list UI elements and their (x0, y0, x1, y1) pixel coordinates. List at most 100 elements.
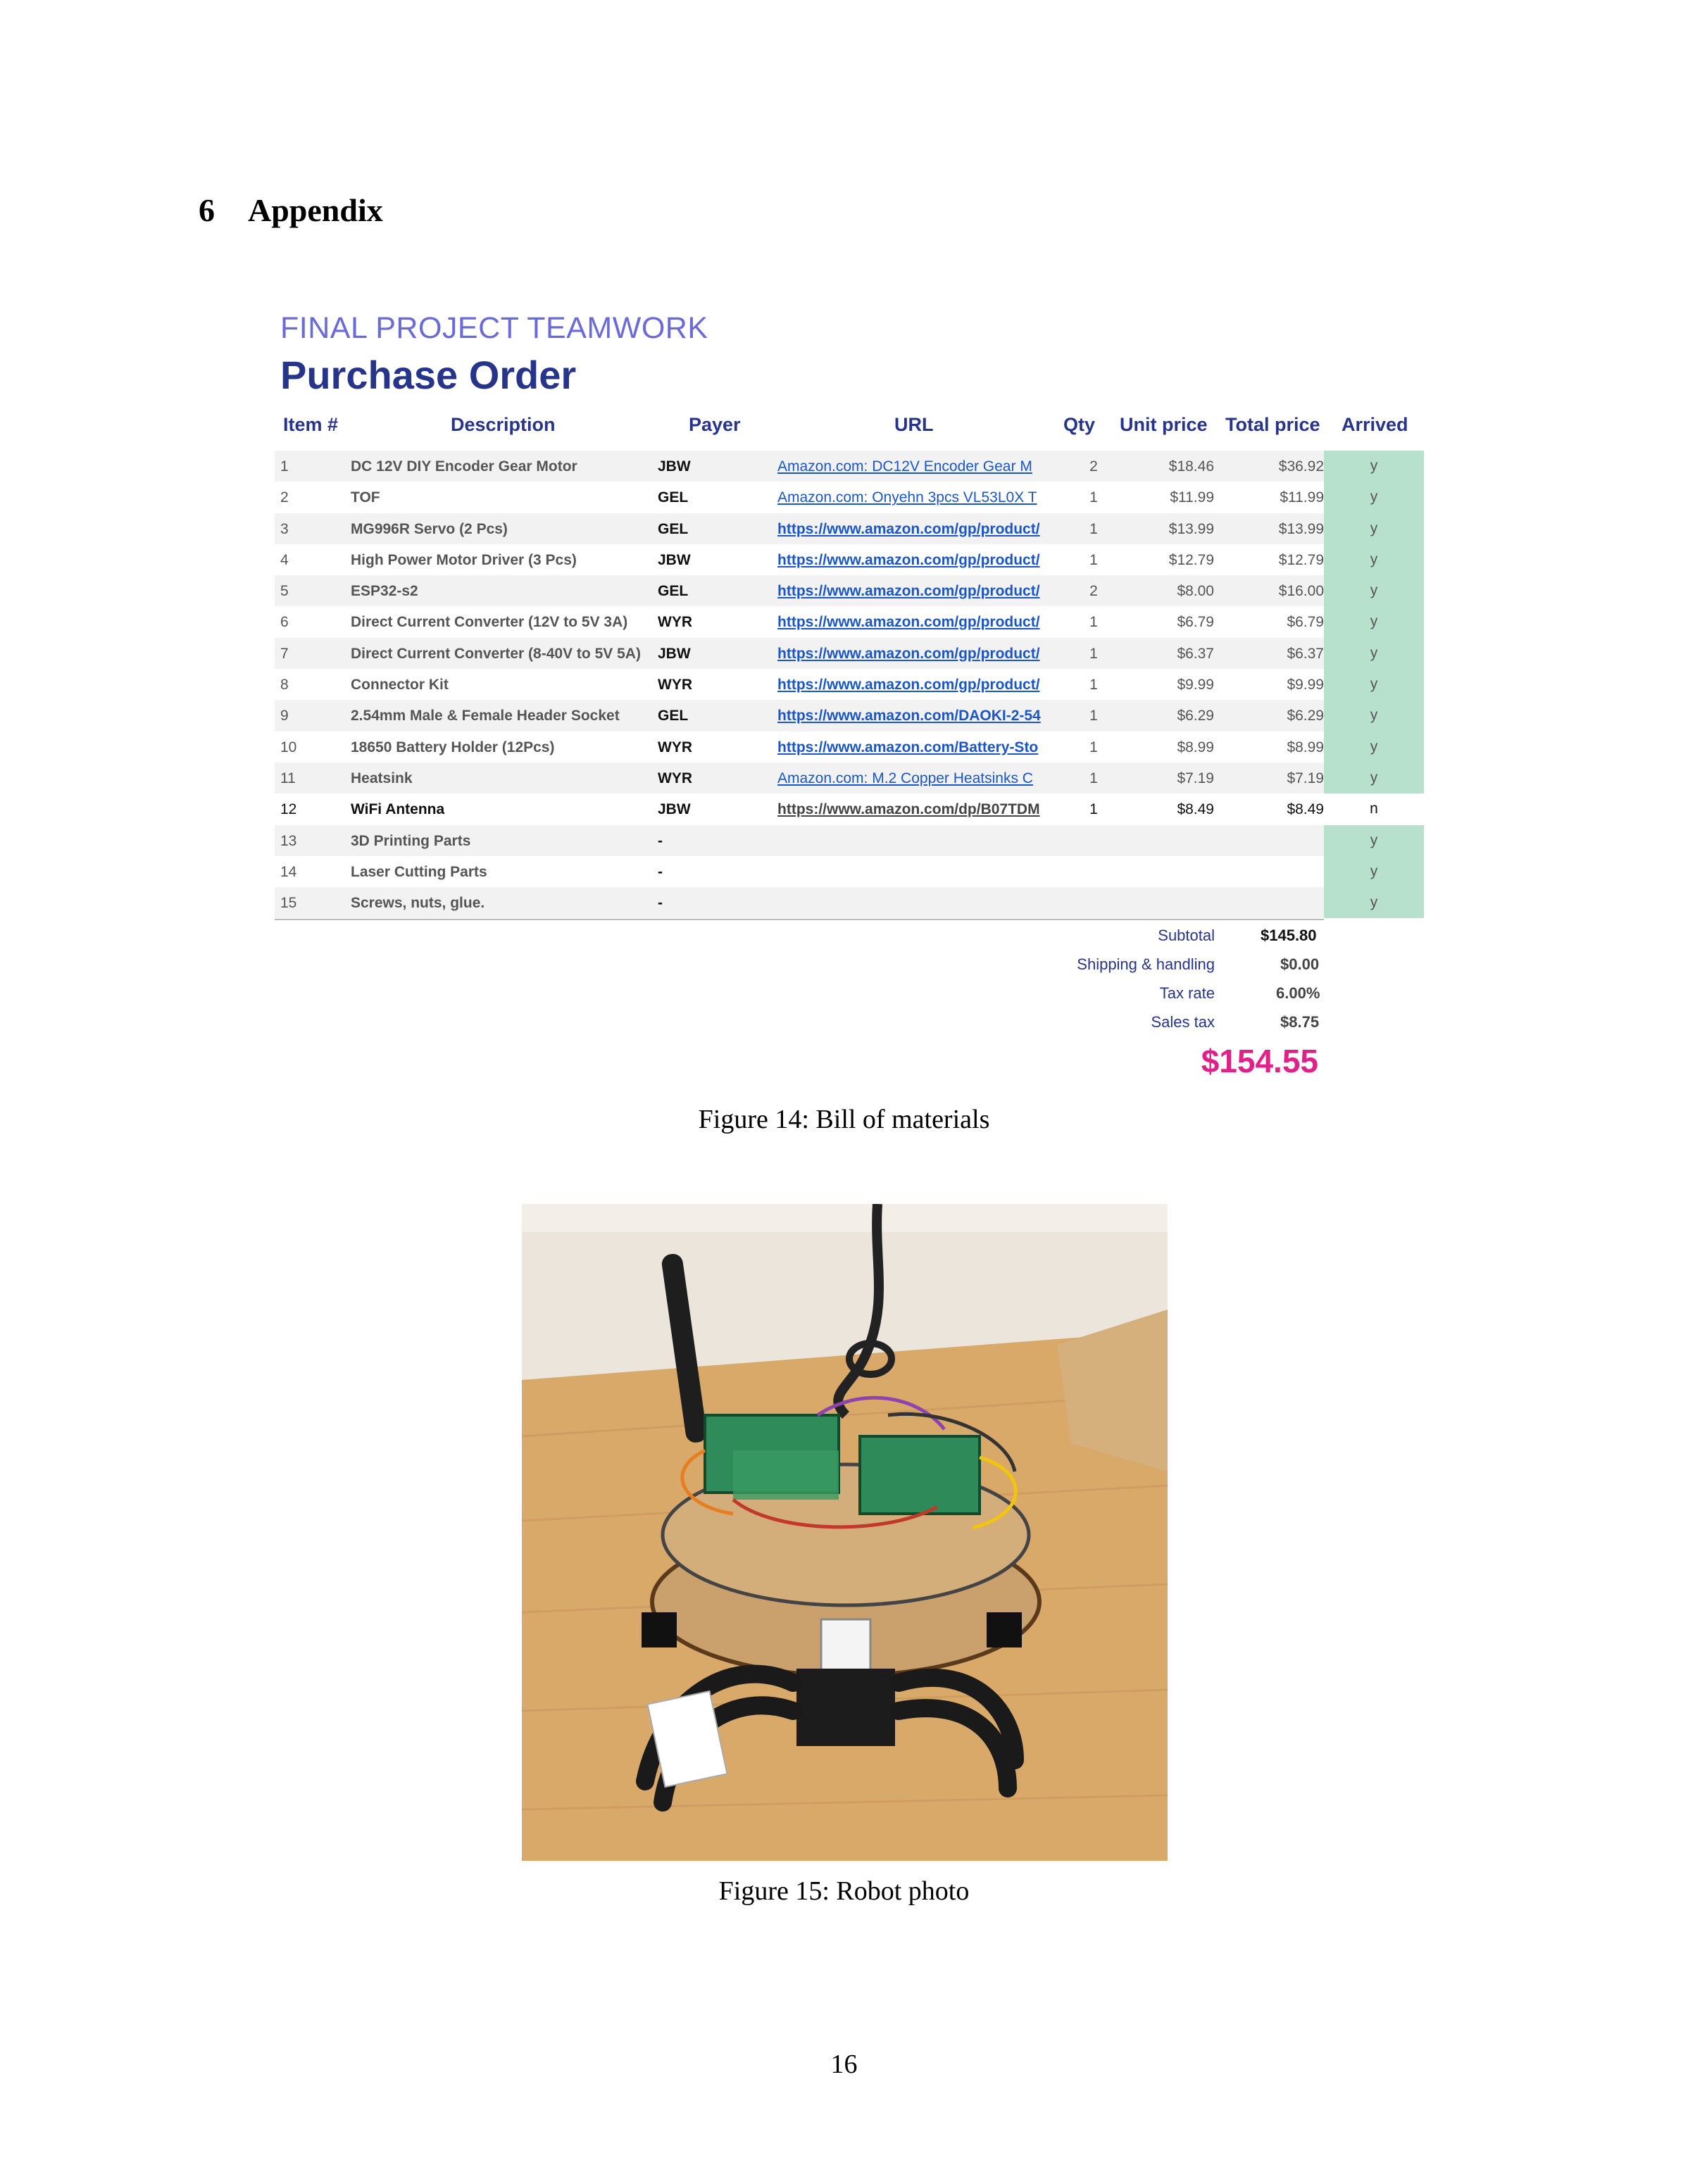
tax-rate-value-wrap: 6.00% (1276, 984, 1389, 1005)
cell-item: 3 (280, 520, 289, 537)
cell-arrived: y (1324, 762, 1424, 794)
cell-url-link[interactable]: Amazon.com: DC12V Encoder Gear M (777, 458, 1052, 475)
cell-item: 5 (280, 583, 289, 600)
cell-description: 2.54mm Male & Female Header Socket (351, 708, 620, 724)
cell-unit-price: $6.37 (1177, 645, 1214, 662)
cell-arrived: y (1324, 731, 1424, 762)
cell-unit-price: $12.79 (1168, 551, 1214, 568)
table-row: 15 Screws, nuts, glue. - y (275, 887, 1424, 919)
page-number: 16 (830, 2050, 858, 2079)
cell-unit-price: $8.49 (1177, 801, 1214, 818)
cell-url-link[interactable]: Amazon.com: M.2 Copper Heatsinks C (777, 770, 1052, 787)
cell-arrived: y (1324, 606, 1424, 638)
cell-arrived: y (1324, 700, 1424, 732)
cell-description: 3D Printing Parts (351, 832, 471, 849)
cell-description: Screws, nuts, glue. (351, 895, 485, 912)
cell-description: High Power Motor Driver (3 Pcs) (351, 551, 577, 568)
cell-total-price: $9.99 (1287, 677, 1324, 694)
cell-url-link[interactable]: https://www.amazon.com/gp/product/ (777, 614, 1052, 631)
cell-item: 1 (280, 458, 289, 475)
cell-payer: GEL (658, 520, 689, 537)
cell-url-link[interactable]: https://www.amazon.com/gp/product/ (777, 646, 1052, 663)
header-qty: Qty (1063, 414, 1096, 435)
cell-payer: GEL (658, 583, 689, 600)
cell-arrived: y (1324, 575, 1424, 607)
cell-arrived: y (1324, 887, 1424, 919)
cell-payer: WYR (658, 770, 692, 786)
cell-arrived: y (1324, 669, 1424, 701)
cell-url-link[interactable]: https://www.amazon.com/DAOKI-2-54 (777, 708, 1052, 724)
subtotal-value: $145.80 (1261, 927, 1317, 944)
sales-tax-value-wrap: $8.75 (1280, 1013, 1393, 1034)
cell-qty: 1 (1089, 739, 1098, 755)
cell-description: Connector Kit (351, 677, 449, 694)
cell-qty: 1 (1089, 677, 1098, 694)
cell-url-link[interactable]: https://www.amazon.com/gp/product/ (777, 521, 1052, 538)
cell-url-link[interactable]: https://www.amazon.com/gp/product/ (777, 552, 1052, 569)
cell-item: 6 (280, 614, 289, 631)
figure-15-caption: Figure 15: Robot photo (718, 1876, 970, 1906)
section-number: 6 (199, 192, 215, 228)
cell-total-price: $13.99 (1278, 520, 1324, 537)
grand-total: $154.55 (1201, 1043, 1318, 1079)
cell-total-price: $8.99 (1287, 739, 1324, 755)
cell-payer: JBW (658, 551, 691, 568)
sales-tax-value: $8.75 (1280, 1013, 1320, 1031)
header-total-price: Total price (1225, 414, 1320, 435)
cell-description: MG996R Servo (2 Pcs) (351, 520, 508, 537)
sales-tax-label: Sales tax (1151, 1013, 1215, 1031)
cell-total-price: $7.19 (1287, 770, 1324, 786)
cell-url-link[interactable]: https://www.amazon.com/gp/product/ (777, 677, 1052, 694)
table-row: 10 18650 Battery Holder (12Pcs) WYR https:/… (275, 731, 1424, 762)
cell-arrived: y (1324, 855, 1424, 888)
tax-rate-label-wrap: Tax rate (275, 984, 1215, 1005)
cell-item: 10 (280, 739, 297, 755)
cell-qty: 1 (1089, 708, 1098, 724)
cell-payer: - (658, 832, 663, 849)
cell-payer: - (658, 895, 663, 912)
cell-unit-price: $9.99 (1177, 677, 1214, 694)
table-row: 1 DC 12V DIY Encoder Gear Motor JBW Amazon.… (275, 451, 1424, 482)
cell-item: 14 (280, 863, 297, 880)
cell-qty: 1 (1089, 770, 1098, 786)
cell-arrived: y (1324, 451, 1424, 482)
table-row: 5 ESP32-s2 GEL https://www.amazon.com/gp/pr… (275, 575, 1424, 607)
cell-payer: - (658, 863, 663, 880)
cell-qty: 1 (1089, 489, 1098, 506)
cell-payer: WYR (658, 677, 692, 694)
cell-payer: WYR (658, 739, 692, 755)
cell-payer: GEL (658, 708, 689, 724)
po-kicker: FINAL PROJECT TEAMWORK (280, 311, 708, 345)
cell-description: ESP32-s2 (351, 583, 418, 600)
cell-url-link[interactable]: Amazon.com: Onyehn 3pcs VL53L0X T (777, 489, 1052, 506)
cell-item: 11 (280, 770, 296, 786)
cell-description: WiFi Antenna (351, 801, 445, 818)
header-description: Description (451, 414, 556, 435)
cell-url-link[interactable]: https://www.amazon.com/dp/B07TDM (777, 801, 1052, 818)
cell-total-price: $36.92 (1278, 458, 1324, 475)
po-table-body: 1 DC 12V DIY Encoder Gear Motor JBW Amazon.… (275, 451, 1424, 919)
cell-arrived: y (1324, 513, 1424, 544)
robot-photo (522, 1204, 1168, 1861)
section-title: Appendix (248, 192, 383, 228)
cell-unit-price: $13.99 (1168, 520, 1214, 537)
sales-tax-label-wrap: Sales tax (275, 1013, 1215, 1034)
table-row: 7 Direct Current Converter (8-40V to 5V 5… (275, 637, 1424, 670)
cell-arrived: n (1370, 801, 1378, 817)
cell-payer: JBW (658, 458, 691, 475)
table-row: 2 TOF GEL Amazon.com: Onyehn 3pcs VL53L0X T… (275, 482, 1424, 513)
cell-url-link[interactable]: https://www.amazon.com/Battery-Sto (777, 739, 1052, 756)
cell-qty: 2 (1089, 458, 1098, 475)
cell-unit-price: $8.99 (1177, 739, 1214, 755)
tax-rate-label: Tax rate (1159, 984, 1215, 1002)
cell-arrived: y (1324, 637, 1424, 670)
cell-item: 15 (280, 895, 297, 912)
cell-qty: 1 (1089, 801, 1098, 818)
cell-unit-price: $11.99 (1170, 489, 1214, 506)
cell-description: Heatsink (351, 770, 413, 786)
cell-description: Direct Current Converter (12V to 5V 3A) (351, 614, 628, 631)
purchase-order-figure: FINAL PROJECT TEAMWORK Purchase Order It… (275, 296, 1424, 1084)
cell-url-link[interactable]: https://www.amazon.com/gp/product/ (777, 583, 1052, 600)
cell-qty: 1 (1089, 520, 1098, 537)
cell-payer: JBW (658, 801, 691, 818)
